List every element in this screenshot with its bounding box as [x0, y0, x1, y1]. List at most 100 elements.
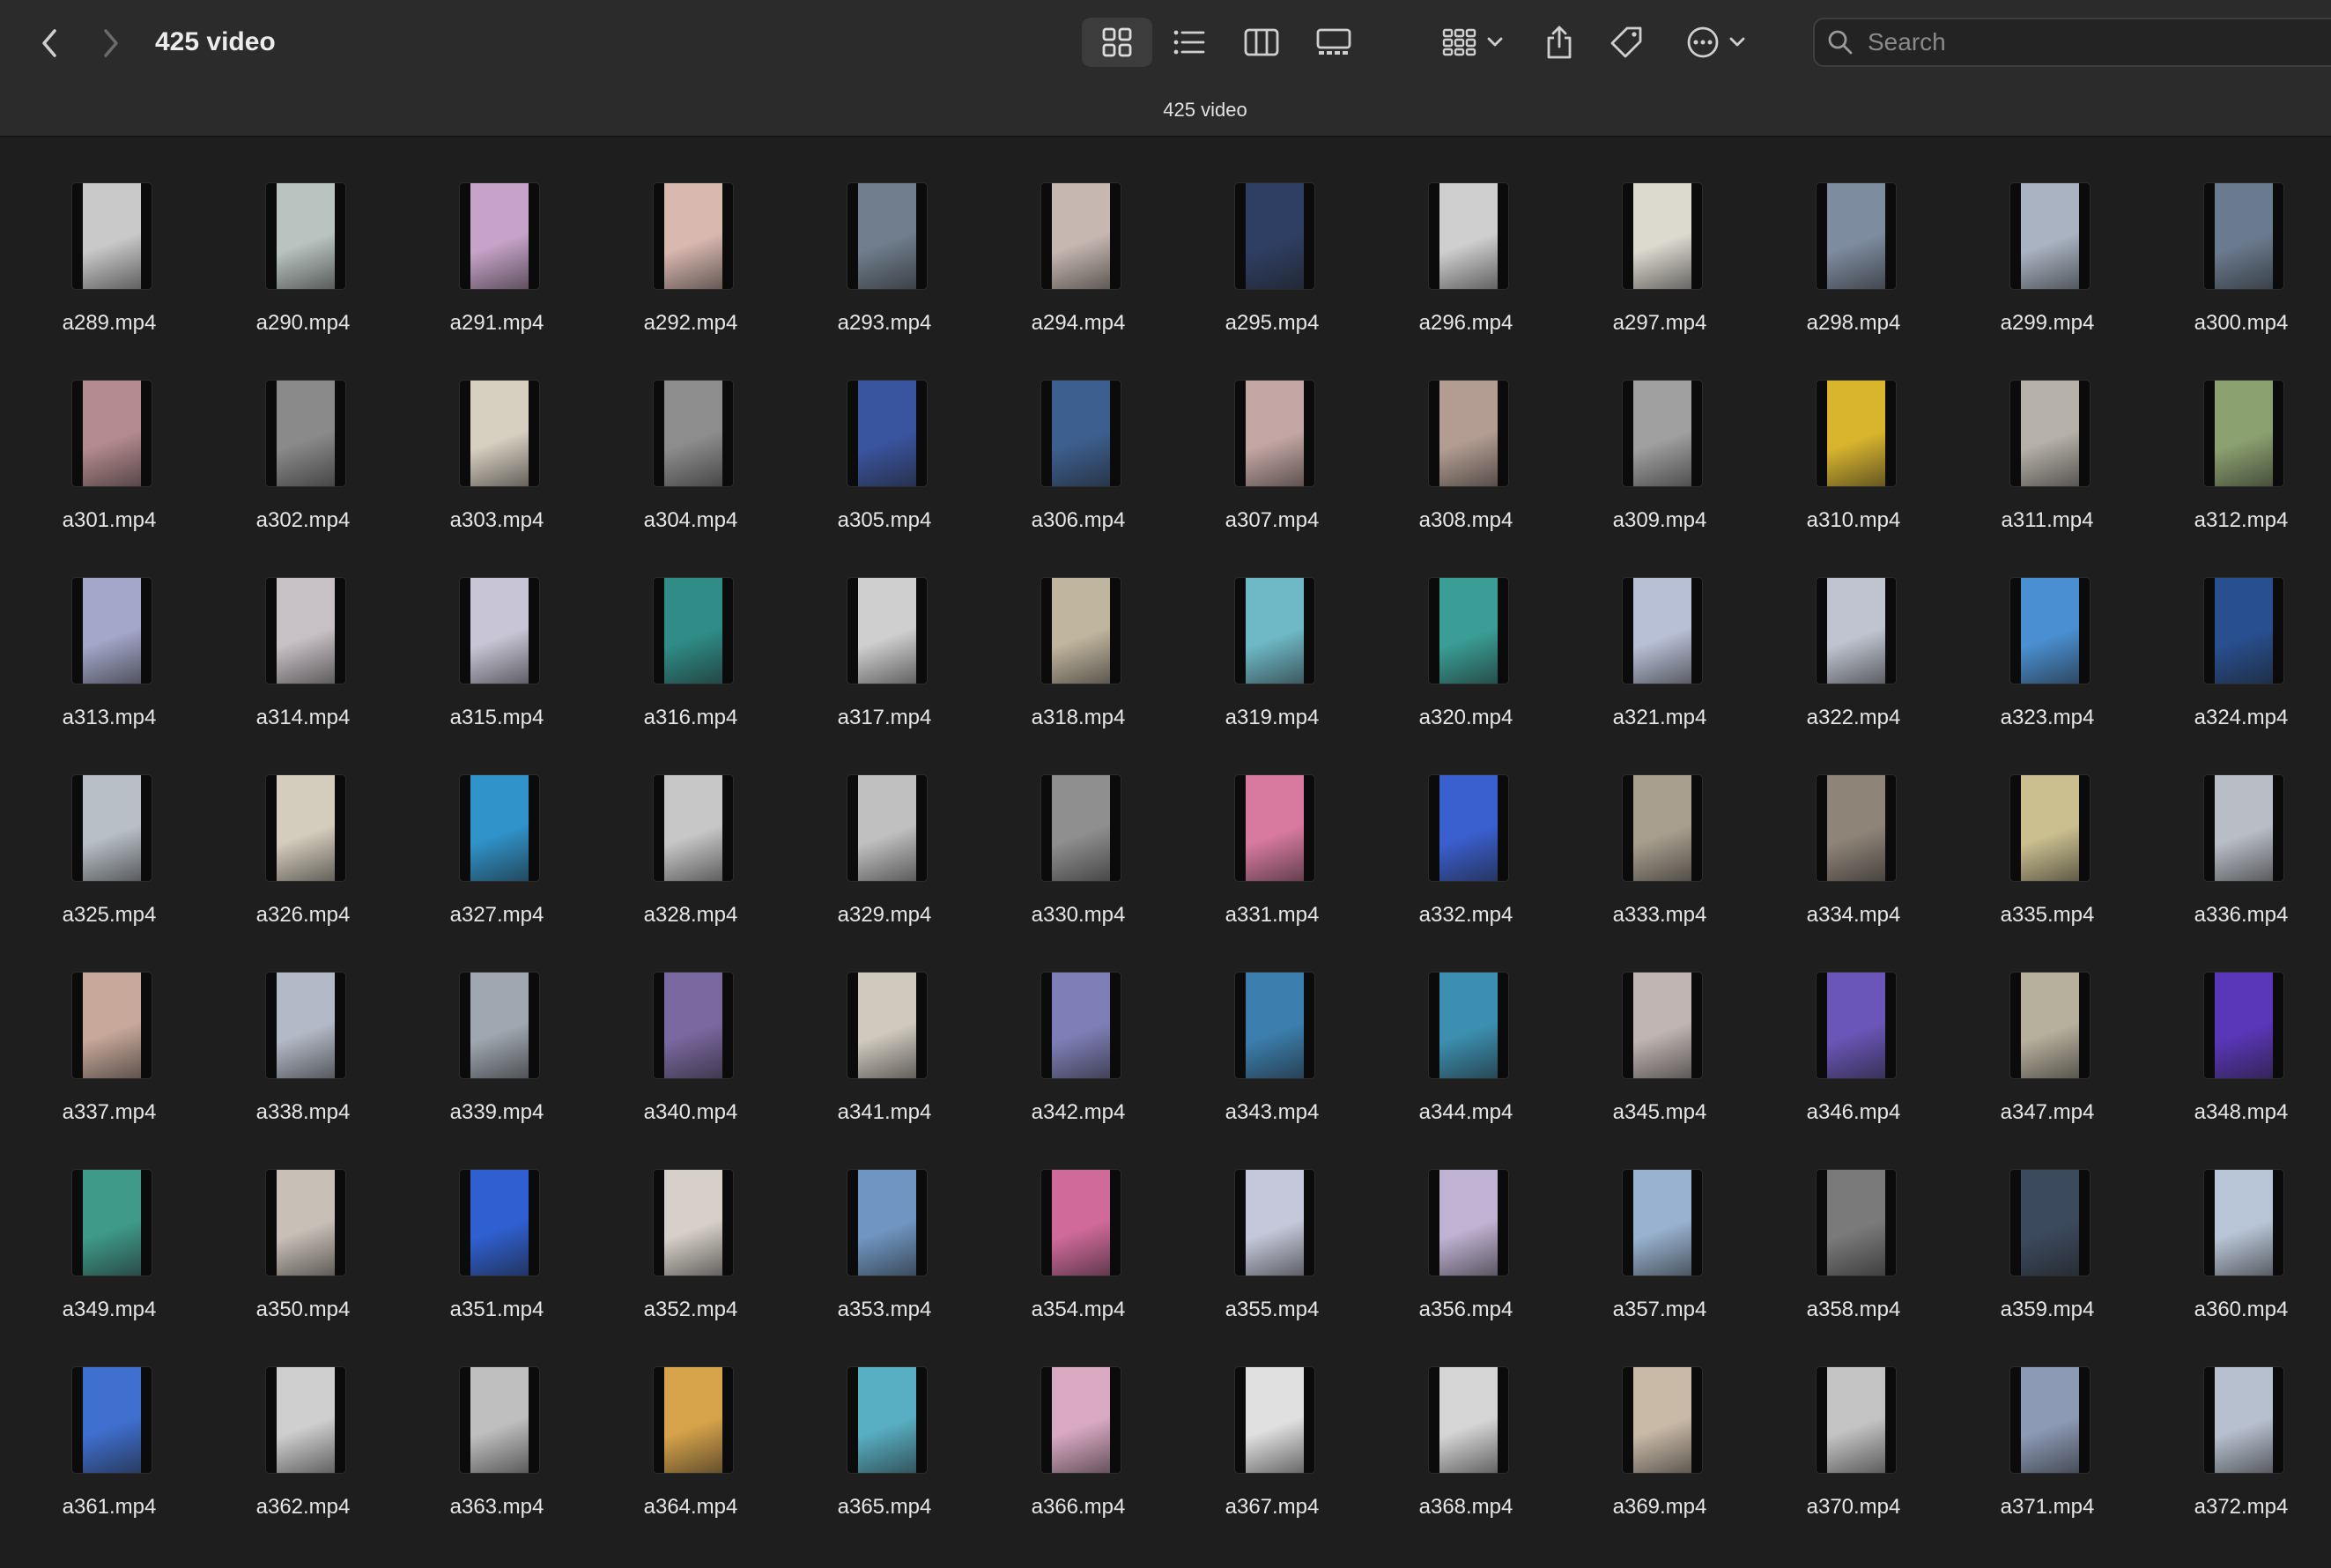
tag-button[interactable]	[1607, 18, 1646, 67]
file-item[interactable]: a337.mp4	[12, 937, 206, 1135]
file-item[interactable]: a302.mp4	[206, 345, 400, 543]
file-item[interactable]: a281.mp4	[788, 137, 981, 148]
file-item[interactable]: a295.mp4	[1175, 148, 1369, 345]
file-item[interactable]: a369.mp4	[1563, 1332, 1757, 1529]
file-item[interactable]: a325.mp4	[12, 740, 206, 937]
file-item[interactable]: a364.mp4	[594, 1332, 788, 1529]
file-item[interactable]: a346.mp4	[1757, 937, 1950, 1135]
file-item[interactable]: a326.mp4	[206, 740, 400, 937]
back-button[interactable]	[23, 21, 76, 65]
gallery-view-button[interactable]	[1299, 18, 1369, 67]
file-item[interactable]: a309.mp4	[1563, 345, 1757, 543]
file-item[interactable]: a367.mp4	[1175, 1332, 1369, 1529]
file-item[interactable]: a279.mp4	[400, 137, 594, 148]
file-item[interactable]: a358.mp4	[1757, 1135, 1950, 1332]
file-item[interactable]: a291.mp4	[400, 148, 594, 345]
file-item[interactable]: a317.mp4	[788, 543, 981, 740]
file-item[interactable]: a345.mp4	[1563, 937, 1757, 1135]
file-item[interactable]: a344.mp4	[1369, 937, 1563, 1135]
file-item[interactable]: a336.mp4	[2144, 740, 2331, 937]
file-item[interactable]: a338.mp4	[206, 937, 400, 1135]
file-item[interactable]: a335.mp4	[1950, 740, 2144, 937]
file-item[interactable]: a284.mp4	[1369, 137, 1563, 148]
file-item[interactable]: a318.mp4	[981, 543, 1175, 740]
file-item[interactable]: a348.mp4	[2144, 937, 2331, 1135]
file-item[interactable]: a368.mp4	[1369, 1332, 1563, 1529]
list-view-button[interactable]	[1154, 18, 1225, 67]
file-item[interactable]: a296.mp4	[1369, 148, 1563, 345]
file-item[interactable]: a297.mp4	[1563, 148, 1757, 345]
file-item[interactable]: a292.mp4	[594, 148, 788, 345]
file-item[interactable]: a340.mp4	[594, 937, 788, 1135]
file-item[interactable]: a357.mp4	[1563, 1135, 1757, 1332]
file-item[interactable]: a312.mp4	[2144, 345, 2331, 543]
file-item[interactable]: a330.mp4	[981, 740, 1175, 937]
file-item[interactable]: a300.mp4	[2144, 148, 2331, 345]
file-item[interactable]: a327.mp4	[400, 740, 594, 937]
file-item[interactable]: a319.mp4	[1175, 543, 1369, 740]
file-item[interactable]: a287.mp4	[1950, 137, 2144, 148]
file-item[interactable]: a354.mp4	[981, 1135, 1175, 1332]
more-actions-button[interactable]	[1683, 18, 1750, 67]
file-item[interactable]: a301.mp4	[12, 345, 206, 543]
file-item[interactable]: a321.mp4	[1563, 543, 1757, 740]
file-item[interactable]: a314.mp4	[206, 543, 400, 740]
file-item[interactable]: a322.mp4	[1757, 543, 1950, 740]
file-item[interactable]: a277.mp4	[12, 137, 206, 148]
file-item[interactable]: a353.mp4	[788, 1135, 981, 1332]
file-item[interactable]: a339.mp4	[400, 937, 594, 1135]
file-item[interactable]: a356.mp4	[1369, 1135, 1563, 1332]
search-field[interactable]	[1813, 18, 2331, 67]
file-item[interactable]: a316.mp4	[594, 543, 788, 740]
file-item[interactable]: a283.mp4	[1175, 137, 1369, 148]
file-item[interactable]: a355.mp4	[1175, 1135, 1369, 1332]
file-item[interactable]: a290.mp4	[206, 148, 400, 345]
file-item[interactable]: a289.mp4	[12, 148, 206, 345]
file-item[interactable]: a306.mp4	[981, 345, 1175, 543]
file-item[interactable]: a305.mp4	[788, 345, 981, 543]
file-item[interactable]: a303.mp4	[400, 345, 594, 543]
file-item[interactable]: a372.mp4	[2144, 1332, 2331, 1529]
file-item[interactable]: a350.mp4	[206, 1135, 400, 1332]
file-item[interactable]: a359.mp4	[1950, 1135, 2144, 1332]
icon-view-button[interactable]	[1082, 18, 1152, 67]
file-item[interactable]: a278.mp4	[206, 137, 400, 148]
file-item[interactable]: a323.mp4	[1950, 543, 2144, 740]
file-item[interactable]: a334.mp4	[1757, 740, 1950, 937]
file-item[interactable]: a311.mp4	[1950, 345, 2144, 543]
search-input[interactable]	[1866, 27, 2327, 57]
column-view-button[interactable]	[1226, 18, 1297, 67]
file-item[interactable]: a320.mp4	[1369, 543, 1563, 740]
file-item[interactable]: a298.mp4	[1757, 148, 1950, 345]
file-item[interactable]: a343.mp4	[1175, 937, 1369, 1135]
file-item[interactable]: a315.mp4	[400, 543, 594, 740]
file-item[interactable]: a363.mp4	[400, 1332, 594, 1529]
file-item[interactable]: a371.mp4	[1950, 1332, 2144, 1529]
share-button[interactable]	[1540, 18, 1579, 67]
file-item[interactable]: a366.mp4	[981, 1332, 1175, 1529]
file-item[interactable]: a365.mp4	[788, 1332, 981, 1529]
file-item[interactable]: a332.mp4	[1369, 740, 1563, 937]
group-by-button[interactable]	[1438, 18, 1508, 67]
file-item[interactable]: a342.mp4	[981, 937, 1175, 1135]
file-item[interactable]: a310.mp4	[1757, 345, 1950, 543]
file-item[interactable]: a286.mp4	[1757, 137, 1950, 148]
file-item[interactable]: a304.mp4	[594, 345, 788, 543]
file-item[interactable]: a280.mp4	[594, 137, 788, 148]
file-item[interactable]: a347.mp4	[1950, 937, 2144, 1135]
file-item[interactable]: a288.mp4	[2144, 137, 2331, 148]
file-item[interactable]: a329.mp4	[788, 740, 981, 937]
file-item[interactable]: a282.mp4	[981, 137, 1175, 148]
file-item[interactable]: a333.mp4	[1563, 740, 1757, 937]
file-item[interactable]: a352.mp4	[594, 1135, 788, 1332]
forward-button[interactable]	[85, 21, 137, 65]
file-item[interactable]: a341.mp4	[788, 937, 981, 1135]
file-item[interactable]: a293.mp4	[788, 148, 981, 345]
file-item[interactable]: a331.mp4	[1175, 740, 1369, 937]
file-item[interactable]: a313.mp4	[12, 543, 206, 740]
file-item[interactable]: a285.mp4	[1563, 137, 1757, 148]
file-item[interactable]: a328.mp4	[594, 740, 788, 937]
file-item[interactable]: a370.mp4	[1757, 1332, 1950, 1529]
file-item[interactable]: a294.mp4	[981, 148, 1175, 345]
file-item[interactable]: a324.mp4	[2144, 543, 2331, 740]
